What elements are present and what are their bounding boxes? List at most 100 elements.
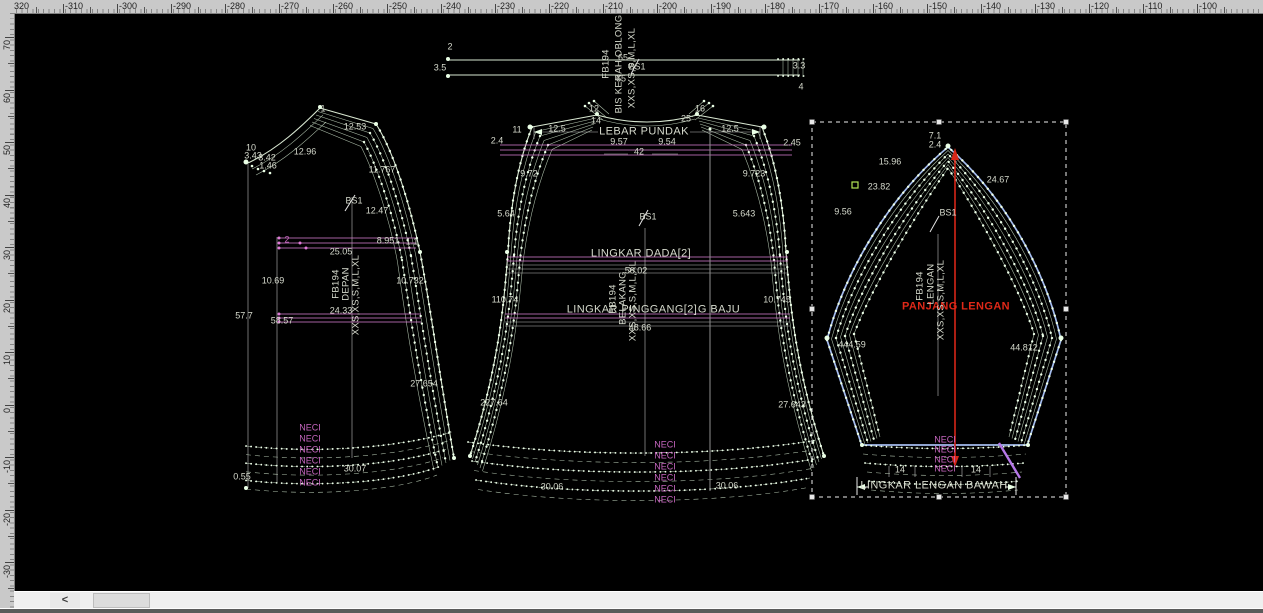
neci-label: NECI (299, 424, 321, 433)
v-ruler-midtick (8, 536, 14, 537)
piece-vertical-label: XXS,XS,S,M,L,XL (351, 255, 361, 336)
measurement-label: 24.67 (987, 176, 1010, 185)
measurement-label: 12.53 (344, 123, 367, 132)
neci-label: NECI (934, 436, 956, 445)
h-ruler-midtick (1224, 7, 1225, 13)
h-ruler-midtick (1062, 7, 1063, 13)
status-strip (0, 608, 1263, 613)
neci-label: NECI (654, 441, 676, 450)
dimension-title-label: G BAJU (698, 305, 740, 316)
v-ruler-midtick (8, 483, 14, 484)
measurement-label: 2.4 (491, 137, 504, 146)
measurement-label: 58.57 (271, 317, 294, 326)
neci-label: NECI (654, 463, 676, 472)
measurement-label: 8.951 (377, 237, 400, 246)
h-ruler-tick (981, 4, 982, 13)
measurement-label: 42 (634, 148, 644, 157)
v-ruler-tick (5, 37, 14, 38)
h-ruler-tick (171, 4, 172, 13)
h-ruler-tick (657, 4, 658, 13)
v-ruler-label: 10 (1, 355, 13, 365)
measurement-label: 2.45 (783, 139, 801, 148)
h-ruler-midtick (954, 7, 955, 13)
h-ruler-tick (549, 4, 550, 13)
v-ruler-label: 20 (1, 303, 13, 313)
measurement-label: 14 (591, 117, 601, 126)
h-ruler-label: -290 (173, 0, 191, 12)
measurement-label: 4 (798, 83, 803, 92)
scroll-left-button[interactable]: < (50, 593, 80, 608)
measurement-label: 9.56 (834, 208, 852, 217)
measurement-label: 11.767 (369, 166, 396, 175)
horizontal-scrollbar[interactable]: < (14, 591, 1263, 609)
measurement-label: 9.723 (743, 170, 766, 179)
v-ruler-tick (5, 405, 14, 406)
horizontal-ruler[interactable]: -320-310-300-290-280-270-260-250-240-230… (0, 0, 1263, 14)
h-ruler-midtick (792, 7, 793, 13)
drawing-canvas[interactable]: 23.53.3465BS165FB194BIS KERAH OBLONGXXS,… (0, 0, 1263, 613)
h-ruler-midtick (90, 7, 91, 13)
h-ruler-tick (1089, 4, 1090, 13)
h-ruler-label: -260 (335, 0, 353, 12)
v-ruler-tick (5, 352, 14, 353)
measurement-label: 2 (447, 43, 452, 52)
h-ruler-label: -100 (1199, 0, 1217, 12)
h-ruler-tick (1035, 4, 1036, 13)
h-ruler-label: -140 (983, 0, 1001, 12)
v-ruler-label: -30 (1, 565, 13, 578)
h-ruler-midtick (900, 7, 901, 13)
h-ruler-midtick (684, 7, 685, 13)
h-ruler-label: -170 (821, 0, 839, 12)
neci-label: NECI (299, 457, 321, 466)
canvas-labels: 23.53.3465BS165FB194BIS KERAH OBLONGXXS,… (0, 0, 1263, 613)
piece-vertical-label: XXS,XS,S,M,L,XL (627, 28, 637, 109)
measurement-label: 9.72 (520, 170, 538, 179)
piece-vertical-label: BIS KERAH OBLONG (614, 15, 624, 114)
h-ruler-midtick (198, 7, 199, 13)
v-ruler-tick (5, 300, 14, 301)
h-ruler-midtick (630, 7, 631, 13)
measurement-label: 2 (284, 236, 289, 245)
v-ruler-midtick (8, 221, 14, 222)
ruler-corner (0, 0, 14, 13)
neci-label: NECI (299, 446, 321, 455)
measurement-label: 9.57 (610, 138, 628, 147)
measurement-label: 30.06 (716, 482, 739, 491)
h-ruler-tick (927, 4, 928, 13)
h-ruler-label: -110 (1145, 0, 1162, 12)
measurement-label: 12.5 (721, 125, 739, 134)
dimension-title-label: PANJANG LENGAN (902, 302, 1010, 313)
measurement-label: 12.5 (548, 125, 566, 134)
h-ruler-label: -190 (713, 0, 731, 12)
measurement-label: 444.59 (838, 341, 866, 350)
h-ruler-tick (63, 4, 64, 13)
vertical-ruler[interactable]: 706050403020100-10-20-30 (0, 13, 15, 608)
v-ruler-midtick (8, 273, 14, 274)
scrollbar-thumb[interactable] (93, 593, 150, 608)
v-ruler-midtick (8, 168, 14, 169)
v-ruler-tick (5, 562, 14, 563)
h-ruler-tick (441, 4, 442, 13)
h-ruler-label: -220 (551, 0, 569, 12)
v-ruler-label: -10 (1, 460, 13, 473)
h-ruler-tick (711, 4, 712, 13)
measurement-label: 25.05 (330, 248, 353, 257)
v-ruler-tick (5, 90, 14, 91)
measurement-label: 12.96 (294, 148, 317, 157)
neci-label: NECI (654, 496, 676, 505)
v-ruler-tick (5, 510, 14, 511)
h-ruler-label: -160 (875, 0, 893, 12)
measurement-label: 23.82 (868, 183, 891, 192)
dimension-title-label: LINGKAR LENGAN BAWAH (860, 481, 1007, 492)
piece-vertical-label: FB194 (601, 49, 611, 79)
measurement-label: 2.4 (929, 141, 942, 150)
v-ruler-label: 50 (1, 145, 13, 155)
measurement-label: 110.74 (492, 296, 519, 305)
v-ruler-midtick (8, 431, 14, 432)
measurement-label: 5.64 (497, 210, 515, 219)
h-ruler-midtick (144, 7, 145, 13)
v-ruler-label: 70 (1, 40, 13, 50)
grainline-label: BS1 (939, 209, 956, 218)
grainline-label: BS1 (345, 197, 362, 206)
h-ruler-label: -280 (227, 0, 245, 12)
